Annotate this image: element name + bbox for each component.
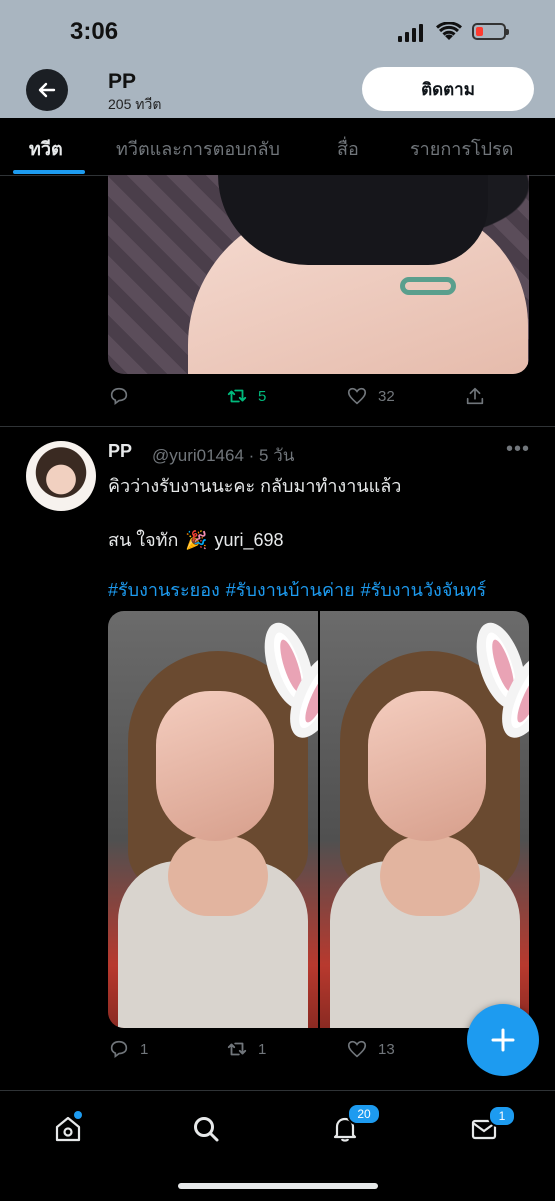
divider <box>0 426 555 427</box>
tab-media[interactable]: สื่อ <box>337 134 359 163</box>
retweet-button[interactable]: 5 <box>226 385 266 407</box>
tab-likes[interactable]: รายการโปรด <box>410 134 513 163</box>
cellular-signal-icon <box>398 24 423 42</box>
profile-header: PP 205 ทวีต ติดตาม <box>0 62 555 118</box>
party-popper-emoji: 🎉 <box>185 530 208 550</box>
messages-badge: 1 <box>488 1105 516 1127</box>
tab-tweets[interactable]: ทวีต <box>29 134 63 163</box>
tweet-count: 205 ทวีต <box>108 96 162 112</box>
reply-icon <box>110 1040 128 1058</box>
clock: 3:06 <box>70 18 119 45</box>
retweet-icon <box>227 389 247 403</box>
tweet-text-suffix: yuri_698 <box>214 530 284 550</box>
bottom-nav: 20 1 <box>0 1090 555 1201</box>
status-bar: 3:06 <box>0 0 555 62</box>
hashtag-link[interactable]: #รับงานวังจันทร์ <box>361 580 487 600</box>
tweet-author-name[interactable]: PP <box>108 441 132 462</box>
nav-messages[interactable]: 1 <box>464 1105 516 1149</box>
share-icon <box>466 387 484 405</box>
notifications-badge: 20 <box>347 1103 381 1125</box>
nav-notifications[interactable]: 20 <box>325 1103 381 1149</box>
home-indicator <box>178 1183 378 1189</box>
plus-icon <box>491 1028 515 1052</box>
follow-button[interactable]: ติดตาม <box>362 67 534 111</box>
search-icon <box>194 1117 219 1142</box>
tweet-actions: 5 32 <box>108 385 528 409</box>
tweet-text-line2: สน ใจทัก 🎉 yuri_698 <box>108 525 283 554</box>
tweet-photo-right[interactable] <box>319 611 529 1028</box>
arrow-left-icon <box>38 82 56 98</box>
wifi-icon <box>436 22 462 40</box>
tab-tweets-replies[interactable]: ทวีตและการตอบกลับ <box>116 134 280 163</box>
hashtag-link[interactable]: #รับงานบ้านค่าย <box>226 580 355 600</box>
nav-search[interactable] <box>186 1109 226 1149</box>
retweet-count: 1 <box>258 1040 267 1058</box>
profile-name: PP <box>108 70 137 93</box>
tweet-text-line1: คิวว่างรับงานนะคะ กลับมาทำงานแล้ว <box>108 476 402 496</box>
share-button[interactable] <box>464 385 486 407</box>
tweet-actions: 1 1 13 <box>108 1038 528 1062</box>
hashtags: #รับงานระยอง #รับงานบ้านค่าย #รับงานวังจัน… <box>108 575 492 604</box>
profile-tabs: ทวีต ทวีตและการตอบกลับ สื่อ รายการโปรด <box>0 118 555 176</box>
tweet-image[interactable] <box>108 175 529 374</box>
heart-icon <box>347 387 367 405</box>
reply-icon <box>110 387 128 405</box>
active-tab-indicator <box>13 170 85 174</box>
like-count: 32 <box>378 387 395 405</box>
like-button[interactable]: 32 <box>346 385 395 407</box>
reply-button[interactable] <box>108 385 130 407</box>
home-unread-dot <box>74 1111 82 1119</box>
like-button[interactable]: 13 <box>346 1038 395 1060</box>
avatar[interactable] <box>26 441 96 511</box>
more-options-icon[interactable]: ••• <box>506 438 530 461</box>
battery-icon <box>472 23 509 40</box>
retweet-icon <box>227 1042 247 1056</box>
tweet-text-prefix: สน ใจทัก <box>108 530 179 550</box>
reply-count: 1 <box>140 1040 149 1058</box>
compose-tweet-button[interactable] <box>467 1004 539 1076</box>
hashtag-link[interactable]: #รับงานระยอง <box>108 580 220 600</box>
back-button[interactable] <box>26 69 68 111</box>
like-count: 13 <box>378 1040 395 1058</box>
heart-icon <box>347 1040 367 1058</box>
tweet-photo-left[interactable] <box>108 611 318 1028</box>
tweet-handle-time: @yuri01464 · 5 วัน <box>152 446 295 465</box>
reply-button[interactable]: 1 <box>108 1038 148 1060</box>
nav-home[interactable] <box>48 1109 88 1149</box>
tweet-photos <box>108 611 529 1028</box>
retweet-count: 5 <box>258 387 267 405</box>
retweet-button[interactable]: 1 <box>226 1038 266 1060</box>
